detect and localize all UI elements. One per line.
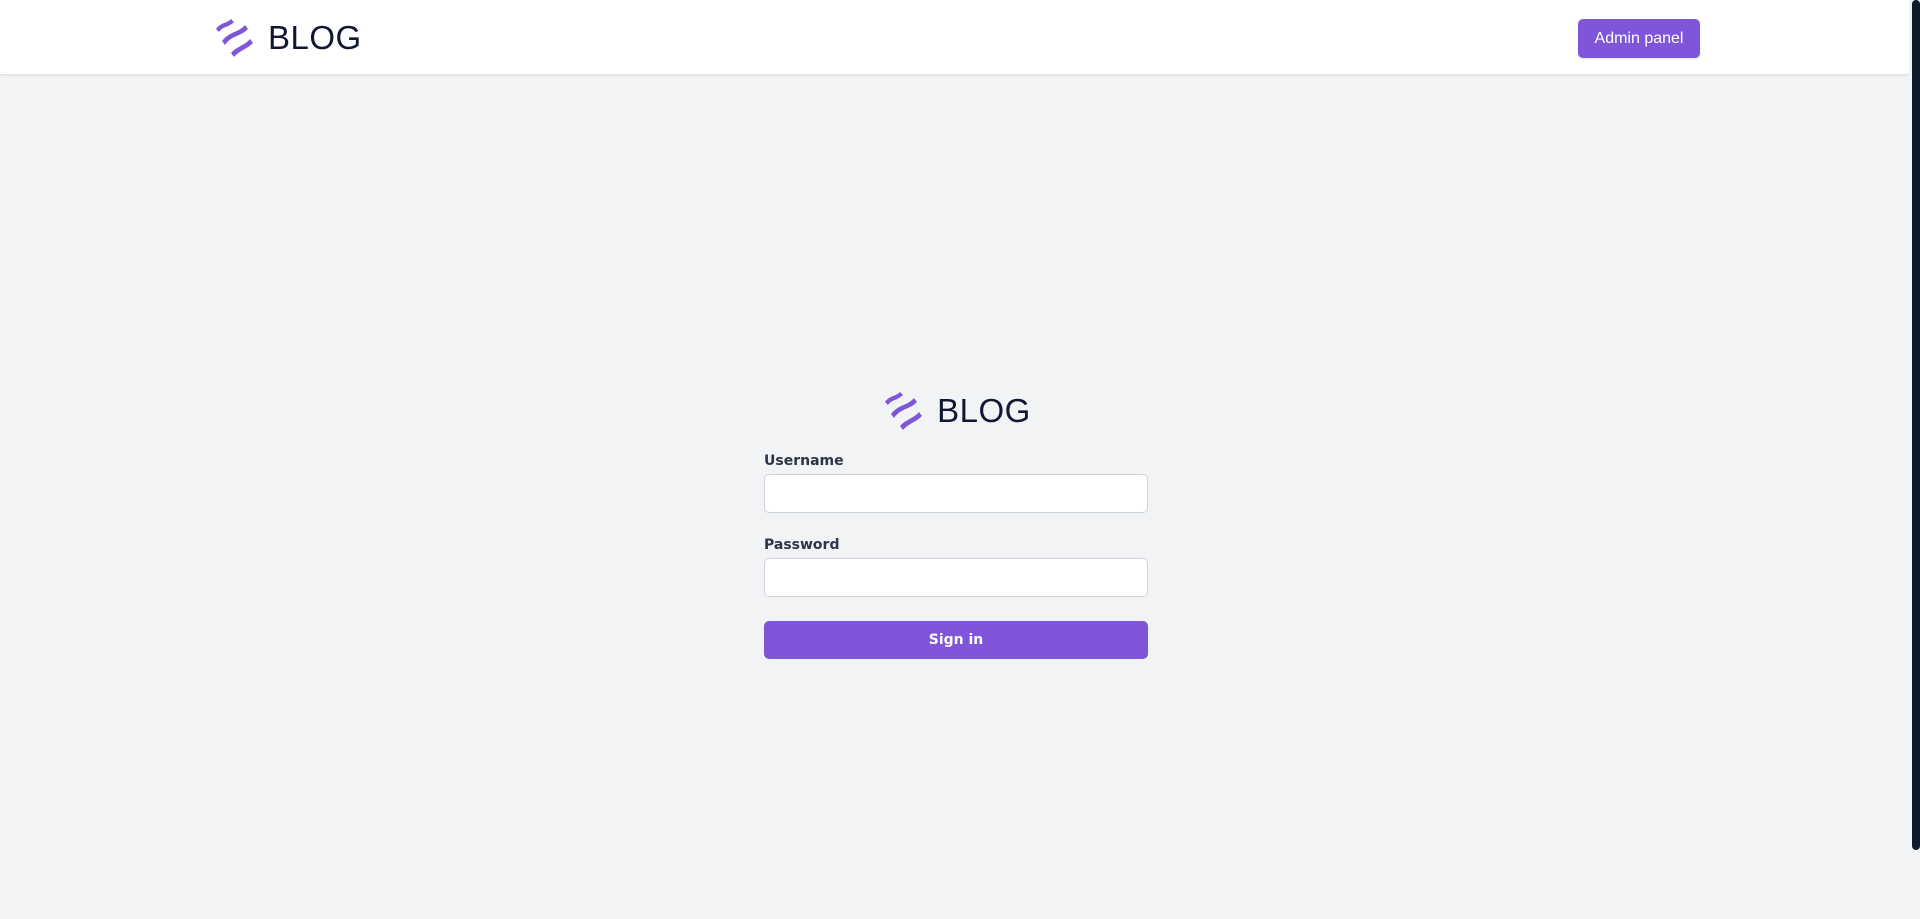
username-input[interactable]	[764, 474, 1148, 513]
password-field-group: Password	[764, 537, 1148, 597]
username-label: Username	[764, 453, 844, 469]
blog-logo-icon	[216, 19, 253, 57]
login-brand: BLOG	[764, 389, 1148, 433]
top-header: BLOG Admin panel	[0, 0, 1909, 75]
header-brand[interactable]: BLOG	[212, 16, 362, 60]
login-brand-name: BLOG	[937, 392, 1031, 429]
password-input[interactable]	[764, 558, 1148, 597]
password-label: Password	[764, 537, 840, 553]
header-brand-name: BLOG	[268, 19, 362, 56]
login-form: BLOG Username Password Sign in	[764, 389, 1148, 659]
blog-logo-icon	[885, 392, 923, 430]
admin-panel-button[interactable]: Admin panel	[1578, 19, 1700, 58]
sign-in-button[interactable]: Sign in	[764, 621, 1148, 659]
scrollbar-thumb[interactable]	[1912, 0, 1920, 850]
username-field-group: Username	[764, 453, 1148, 513]
